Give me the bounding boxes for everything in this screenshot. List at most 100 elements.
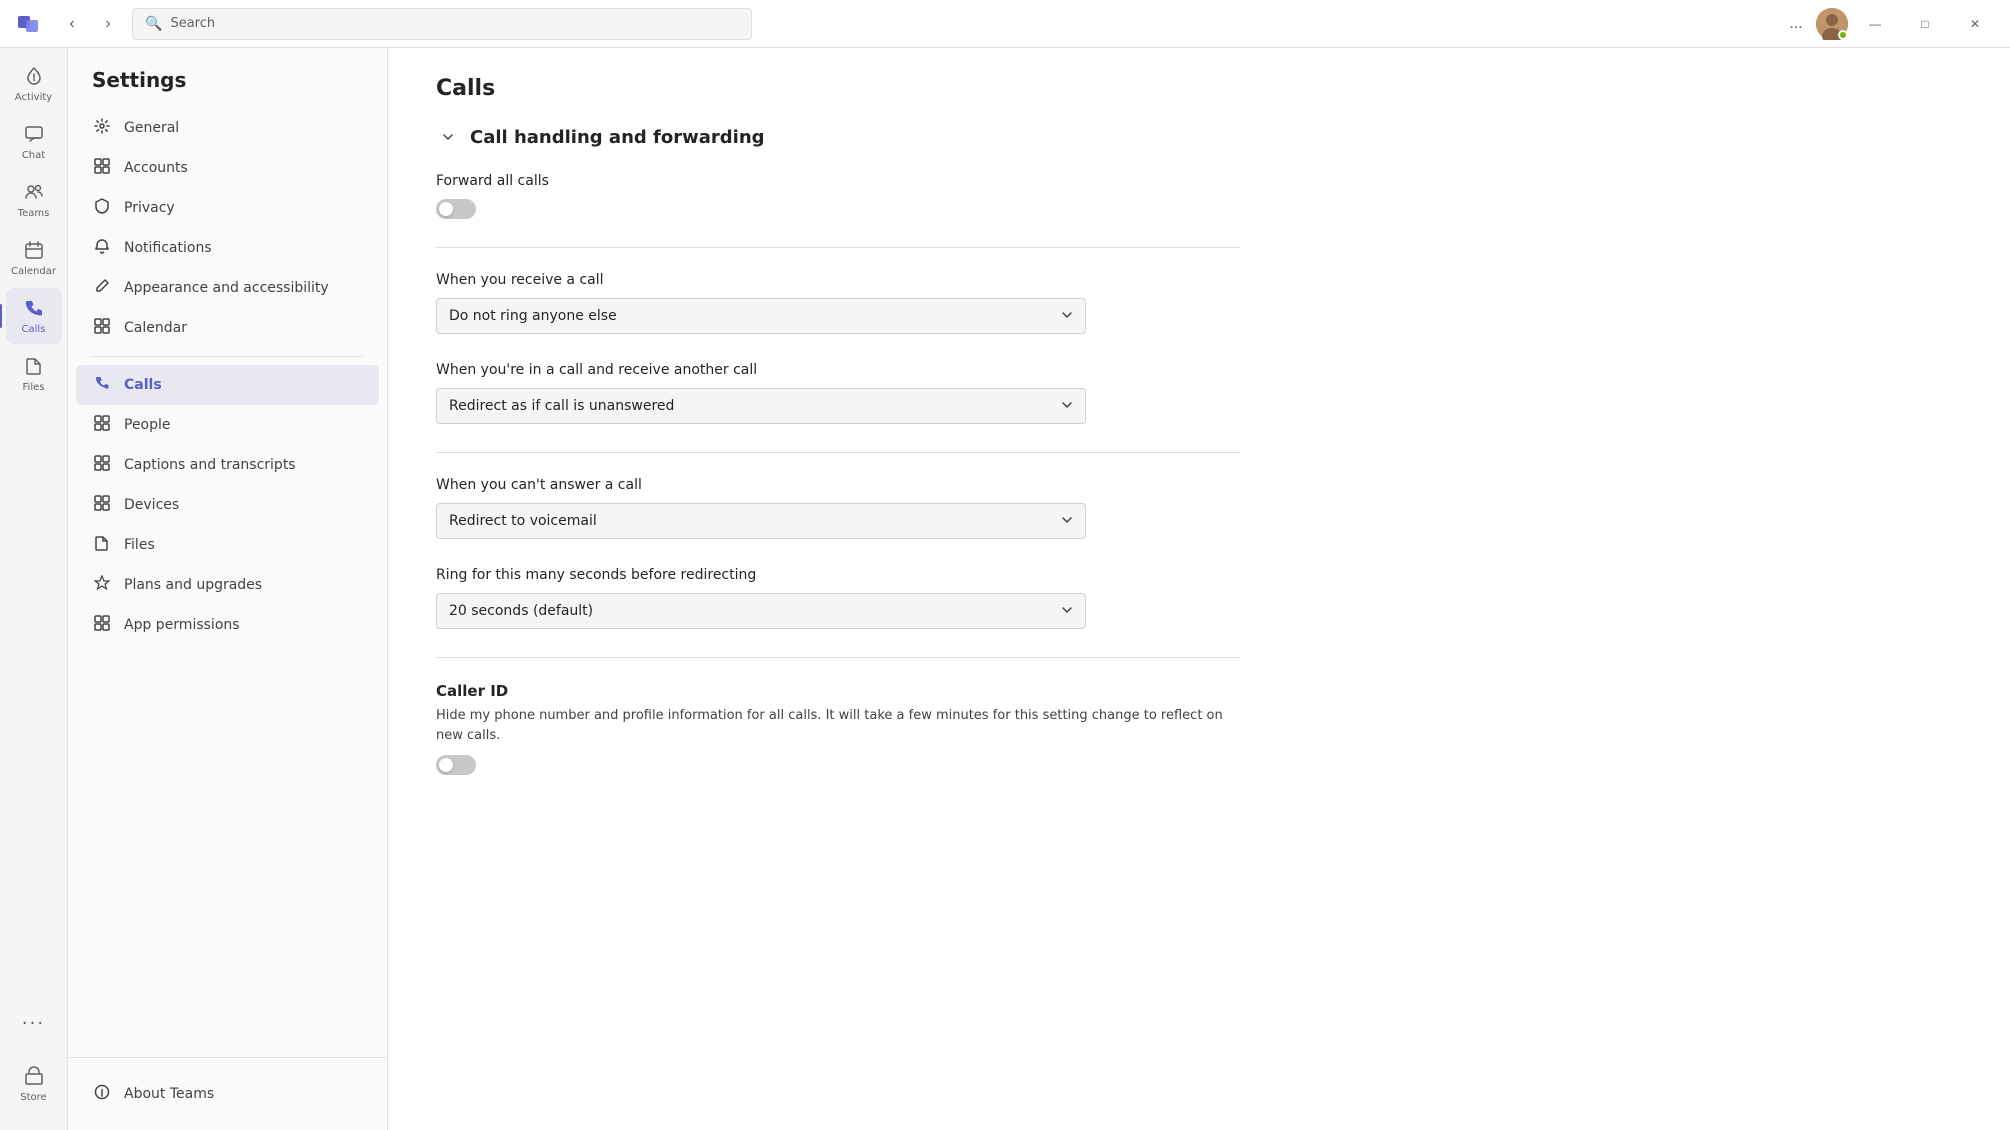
settings-nav-appearance[interactable]: Appearance and accessibility (76, 268, 379, 308)
activity-icon (24, 66, 44, 89)
teams-icon (24, 182, 44, 205)
privacy-label: Privacy (124, 200, 175, 216)
divider-1 (436, 247, 1240, 248)
ring-seconds-label: Ring for this many seconds before redire… (436, 567, 1240, 583)
calls-settings-label: Calls (124, 377, 162, 393)
chevron-down-icon-2 (1061, 399, 1073, 414)
notifications-icon (92, 238, 112, 258)
settings-nav-calls[interactable]: Calls (76, 365, 379, 405)
settings-divider-1 (92, 356, 363, 357)
devices-icon (92, 495, 112, 515)
settings-nav-captions[interactable]: Captions and transcripts (76, 445, 379, 485)
settings-nav-about[interactable]: About Teams (76, 1074, 379, 1114)
accounts-label: Accounts (124, 160, 188, 176)
calls-icon (24, 298, 44, 321)
privacy-icon (92, 198, 112, 218)
settings-nav-general[interactable]: General (76, 108, 379, 148)
forward-all-calls-field: Forward all calls (436, 173, 1240, 219)
general-label: General (124, 120, 179, 136)
search-icon: 🔍 (145, 16, 162, 32)
when-receive-call-field: When you receive a call Do not ring anyo… (436, 272, 1240, 334)
appearance-icon (92, 278, 112, 298)
chevron-down-icon-3 (1061, 514, 1073, 529)
sidebar-item-activity[interactable]: Activity (6, 56, 62, 112)
forward-button[interactable]: › (92, 8, 124, 40)
back-button[interactable]: ‹ (56, 8, 88, 40)
settings-nav-accounts[interactable]: Accounts (76, 148, 379, 188)
calendar-settings-label: Calendar (124, 320, 187, 336)
caller-id-toggle-thumb (439, 758, 453, 772)
calendar-settings-icon (92, 318, 112, 338)
title-bar: ‹ › 🔍 Search ... — □ ✕ (0, 0, 2010, 48)
caller-id-title: Caller ID (436, 682, 1240, 700)
app-logo (12, 8, 44, 40)
search-bar[interactable]: 🔍 Search (132, 8, 752, 40)
caller-id-toggle[interactable] (436, 755, 476, 775)
settings-nav-people[interactable]: People (76, 405, 379, 445)
divider-3 (436, 657, 1240, 658)
settings-nav-apppermissions[interactable]: App permissions (76, 605, 379, 645)
activity-label: Activity (15, 93, 52, 103)
when-in-call-dropdown[interactable]: Redirect as if call is unanswered (436, 388, 1086, 424)
accounts-icon (92, 158, 112, 178)
more-icon: ··· (22, 1015, 45, 1033)
sidebar-item-store[interactable]: Store (6, 1056, 62, 1112)
divider-2 (436, 452, 1240, 453)
when-in-call-label: When you're in a call and receive anothe… (436, 362, 1240, 378)
captions-label: Captions and transcripts (124, 457, 296, 473)
content-inner: Calls Call handling and forwarding Forwa… (388, 48, 1288, 831)
user-avatar-container[interactable] (1816, 8, 1848, 40)
when-cant-answer-value: Redirect to voicemail (449, 513, 597, 529)
chevron-down-icon (1061, 309, 1073, 324)
settings-bottom: About Teams (68, 1057, 387, 1130)
when-receive-call-dropdown[interactable]: Do not ring anyone else (436, 298, 1086, 334)
nav-buttons: ‹ › (56, 8, 124, 40)
people-label: People (124, 417, 171, 433)
sidebar-item-teams[interactable]: Teams (6, 172, 62, 228)
maximize-button[interactable]: □ (1902, 8, 1948, 40)
when-in-call-value: Redirect as if call is unanswered (449, 398, 674, 414)
sidebar-item-calls[interactable]: Calls (6, 288, 62, 344)
ring-seconds-dropdown[interactable]: 20 seconds (default) (436, 593, 1086, 629)
calendar-label: Calendar (11, 267, 56, 277)
left-nav: Activity Chat Teams (0, 48, 68, 1130)
notifications-label: Notifications (124, 240, 212, 256)
sidebar-item-calendar[interactable]: Calendar (6, 230, 62, 286)
toggle-thumb (439, 202, 453, 216)
captions-icon (92, 455, 112, 475)
files-settings-label: Files (124, 537, 155, 553)
sidebar-item-files[interactable]: Files (6, 346, 62, 402)
calls-label: Calls (22, 325, 46, 335)
settings-nav-notifications[interactable]: Notifications (76, 228, 379, 268)
when-cant-answer-dropdown[interactable]: Redirect to voicemail (436, 503, 1086, 539)
content-area: Calls Call handling and forwarding Forwa… (388, 48, 2010, 1130)
settings-nav-devices[interactable]: Devices (76, 485, 379, 525)
close-button[interactable]: ✕ (1952, 8, 1998, 40)
forward-all-calls-toggle[interactable] (436, 199, 476, 219)
call-handling-title: Call handling and forwarding (470, 127, 765, 148)
when-cant-answer-field: When you can't answer a call Redirect to… (436, 477, 1240, 539)
forward-all-calls-label: Forward all calls (436, 173, 1240, 189)
files-label: Files (23, 383, 45, 393)
settings-nav-calendar[interactable]: Calendar (76, 308, 379, 348)
plans-icon (92, 575, 112, 595)
settings-nav-privacy[interactable]: Privacy (76, 188, 379, 228)
search-placeholder: Search (170, 16, 215, 31)
main-layout: Activity Chat Teams (0, 48, 2010, 1130)
minimize-button[interactable]: — (1852, 8, 1898, 40)
page-title: Calls (436, 76, 1240, 101)
call-handling-section-header: Call handling and forwarding (436, 125, 1240, 149)
people-icon (92, 415, 112, 435)
forward-all-calls-toggle-container (436, 199, 1240, 219)
sidebar-item-chat[interactable]: Chat (6, 114, 62, 170)
collapse-button[interactable] (436, 125, 460, 149)
settings-nav-plans[interactable]: Plans and upgrades (76, 565, 379, 605)
sidebar-item-more[interactable]: ··· (6, 996, 62, 1052)
apppermissions-icon (92, 615, 112, 635)
when-receive-call-label: When you receive a call (436, 272, 1240, 288)
settings-nav-files[interactable]: Files (76, 525, 379, 565)
store-label: Store (20, 1093, 46, 1103)
caller-id-description: Hide my phone number and profile informa… (436, 706, 1240, 745)
more-options-button[interactable]: ... (1780, 8, 1812, 40)
chat-label: Chat (22, 151, 45, 161)
